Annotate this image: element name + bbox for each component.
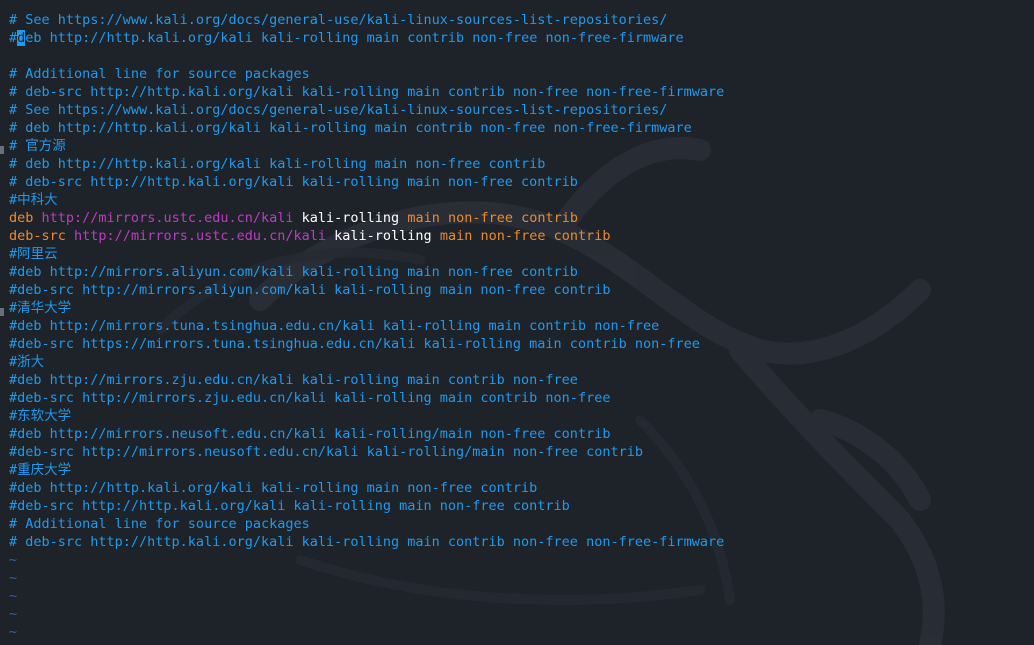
entry-components: main non-free contrib — [407, 210, 579, 226]
comment-text: #deb http://http.kali.org/kali kali-roll… — [9, 480, 538, 496]
window-edge-marker — [0, 146, 4, 154]
entry-distribution: kali-rolling — [301, 210, 400, 226]
comment-text: #deb-src http://mirrors.neusoft.edu.cn/k… — [9, 444, 643, 460]
comment-text: #deb-src https://mirrors.tuna.tsinghua.e… — [9, 336, 700, 352]
comment-text: # — [9, 30, 18, 46]
comment-text: # Additional line for source packages — [9, 66, 310, 82]
entry-type: deb-src — [9, 228, 66, 244]
comment-text: # deb-src http://http.kali.org/kali kali… — [9, 534, 725, 550]
comment-text: # See https://www.kali.org/docs/general-… — [9, 102, 668, 118]
comment-line[interactable]: #deb http://http.kali.org/kali kali-roll… — [9, 479, 724, 497]
empty-buffer-line[interactable]: ~ — [9, 551, 724, 569]
tilde-marker: ~ — [9, 570, 18, 586]
entry-type: deb — [9, 210, 34, 226]
comment-text: # deb http://http.kali.org/kali kali-rol… — [9, 120, 692, 136]
empty-buffer-line[interactable]: ~ — [9, 569, 724, 587]
tilde-marker: ~ — [9, 552, 18, 568]
source-entry-line[interactable]: deb-src http://mirrors.ustc.edu.cn/kali … — [9, 227, 724, 245]
comment-text: #中科大 — [9, 192, 58, 208]
comment-line[interactable]: #deb http://mirrors.zju.edu.cn/kali kali… — [9, 371, 724, 389]
comment-line[interactable]: #浙大 — [9, 353, 724, 371]
comment-line[interactable]: # Additional line for source packages — [9, 515, 724, 533]
tilde-marker: ~ — [9, 606, 18, 622]
comment-text: # deb-src http://http.kali.org/kali kali… — [9, 174, 578, 190]
comment-text: # deb http://http.kali.org/kali kali-rol… — [9, 156, 546, 172]
comment-line[interactable]: #重庆大学 — [9, 461, 724, 479]
comment-line[interactable]: #deb http://mirrors.aliyun.com/kali kali… — [9, 263, 724, 281]
comment-text: eb http://http.kali.org/kali kali-rollin… — [25, 30, 684, 46]
comment-line[interactable]: #deb-src http://http.kali.org/kali kali-… — [9, 497, 724, 515]
comment-text: #deb http://mirrors.neusoft.edu.cn/kali … — [9, 426, 611, 442]
comment-line[interactable]: # deb http://http.kali.org/kali kali-rol… — [9, 119, 724, 137]
comment-line[interactable]: # deb http://http.kali.org/kali kali-rol… — [9, 155, 724, 173]
comment-text: #东软大学 — [9, 408, 72, 424]
comment-line[interactable]: # deb-src http://http.kali.org/kali kali… — [9, 533, 724, 551]
comment-line[interactable]: #deb http://mirrors.neusoft.edu.cn/kali … — [9, 425, 724, 443]
comment-line[interactable]: #中科大 — [9, 191, 724, 209]
comment-line[interactable]: # See https://www.kali.org/docs/general-… — [9, 11, 724, 29]
comment-text: #阿里云 — [9, 246, 58, 262]
entry-components: main non-free contrib — [439, 228, 611, 244]
window-edge-marker — [0, 308, 4, 316]
comment-text: #deb-src http://http.kali.org/kali kali-… — [9, 498, 570, 514]
comment-text: # See https://www.kali.org/docs/general-… — [9, 12, 668, 28]
comment-line[interactable]: #deb-src http://mirrors.aliyun.com/kali … — [9, 281, 724, 299]
empty-buffer-line[interactable]: ~ — [9, 605, 724, 623]
comment-text: #deb http://mirrors.aliyun.com/kali kali… — [9, 264, 578, 280]
comment-text: # deb-src http://http.kali.org/kali kali… — [9, 84, 725, 100]
comment-line[interactable]: #deb-src https://mirrors.tuna.tsinghua.e… — [9, 335, 724, 353]
comment-text: # 官方源 — [9, 138, 66, 154]
comment-line[interactable]: #清华大学 — [9, 299, 724, 317]
comment-text: # Additional line for source packages — [9, 516, 310, 532]
comment-text: #deb-src http://mirrors.aliyun.com/kali … — [9, 282, 611, 298]
terminal-window[interactable]: { "editor": { "lines": [ {"kind": "comme… — [0, 0, 1034, 645]
comment-line[interactable]: #deb http://mirrors.tuna.tsinghua.edu.cn… — [9, 317, 724, 335]
tilde-marker: ~ — [9, 588, 18, 604]
entry-url: http://mirrors.ustc.edu.cn/kali — [74, 228, 327, 244]
comment-text: #清华大学 — [9, 300, 72, 316]
entry-distribution: kali-rolling — [334, 228, 432, 244]
comment-text: #deb http://mirrors.zju.edu.cn/kali kali… — [9, 372, 578, 388]
entry-url: http://mirrors.ustc.edu.cn/kali — [41, 210, 294, 226]
comment-text: #重庆大学 — [9, 462, 72, 478]
comment-line[interactable]: #东软大学 — [9, 407, 724, 425]
comment-line[interactable]: #阿里云 — [9, 245, 724, 263]
blank-line[interactable] — [9, 47, 724, 65]
tilde-marker: ~ — [9, 624, 18, 640]
comment-text: #deb-src http://mirrors.zju.edu.cn/kali … — [9, 390, 611, 406]
source-entry-line[interactable]: deb http://mirrors.ustc.edu.cn/kali kali… — [9, 209, 724, 227]
cursor-line[interactable]: #deb http://http.kali.org/kali kali-roll… — [9, 29, 724, 47]
text-editor-buffer[interactable]: # See https://www.kali.org/docs/general-… — [9, 11, 724, 641]
comment-line[interactable]: #deb-src http://mirrors.neusoft.edu.cn/k… — [9, 443, 724, 461]
comment-line[interactable]: # Additional line for source packages — [9, 65, 724, 83]
comment-line[interactable]: #deb-src http://mirrors.zju.edu.cn/kali … — [9, 389, 724, 407]
comment-line[interactable]: # 官方源 — [9, 137, 724, 155]
empty-buffer-line[interactable]: ~ — [9, 623, 724, 641]
empty-buffer-line[interactable]: ~ — [9, 587, 724, 605]
comment-text: #deb http://mirrors.tuna.tsinghua.edu.cn… — [9, 318, 660, 334]
comment-text: #浙大 — [9, 354, 45, 370]
comment-line[interactable]: # deb-src http://http.kali.org/kali kali… — [9, 83, 724, 101]
comment-line[interactable]: # See https://www.kali.org/docs/general-… — [9, 101, 724, 119]
comment-line[interactable]: # deb-src http://http.kali.org/kali kali… — [9, 173, 724, 191]
